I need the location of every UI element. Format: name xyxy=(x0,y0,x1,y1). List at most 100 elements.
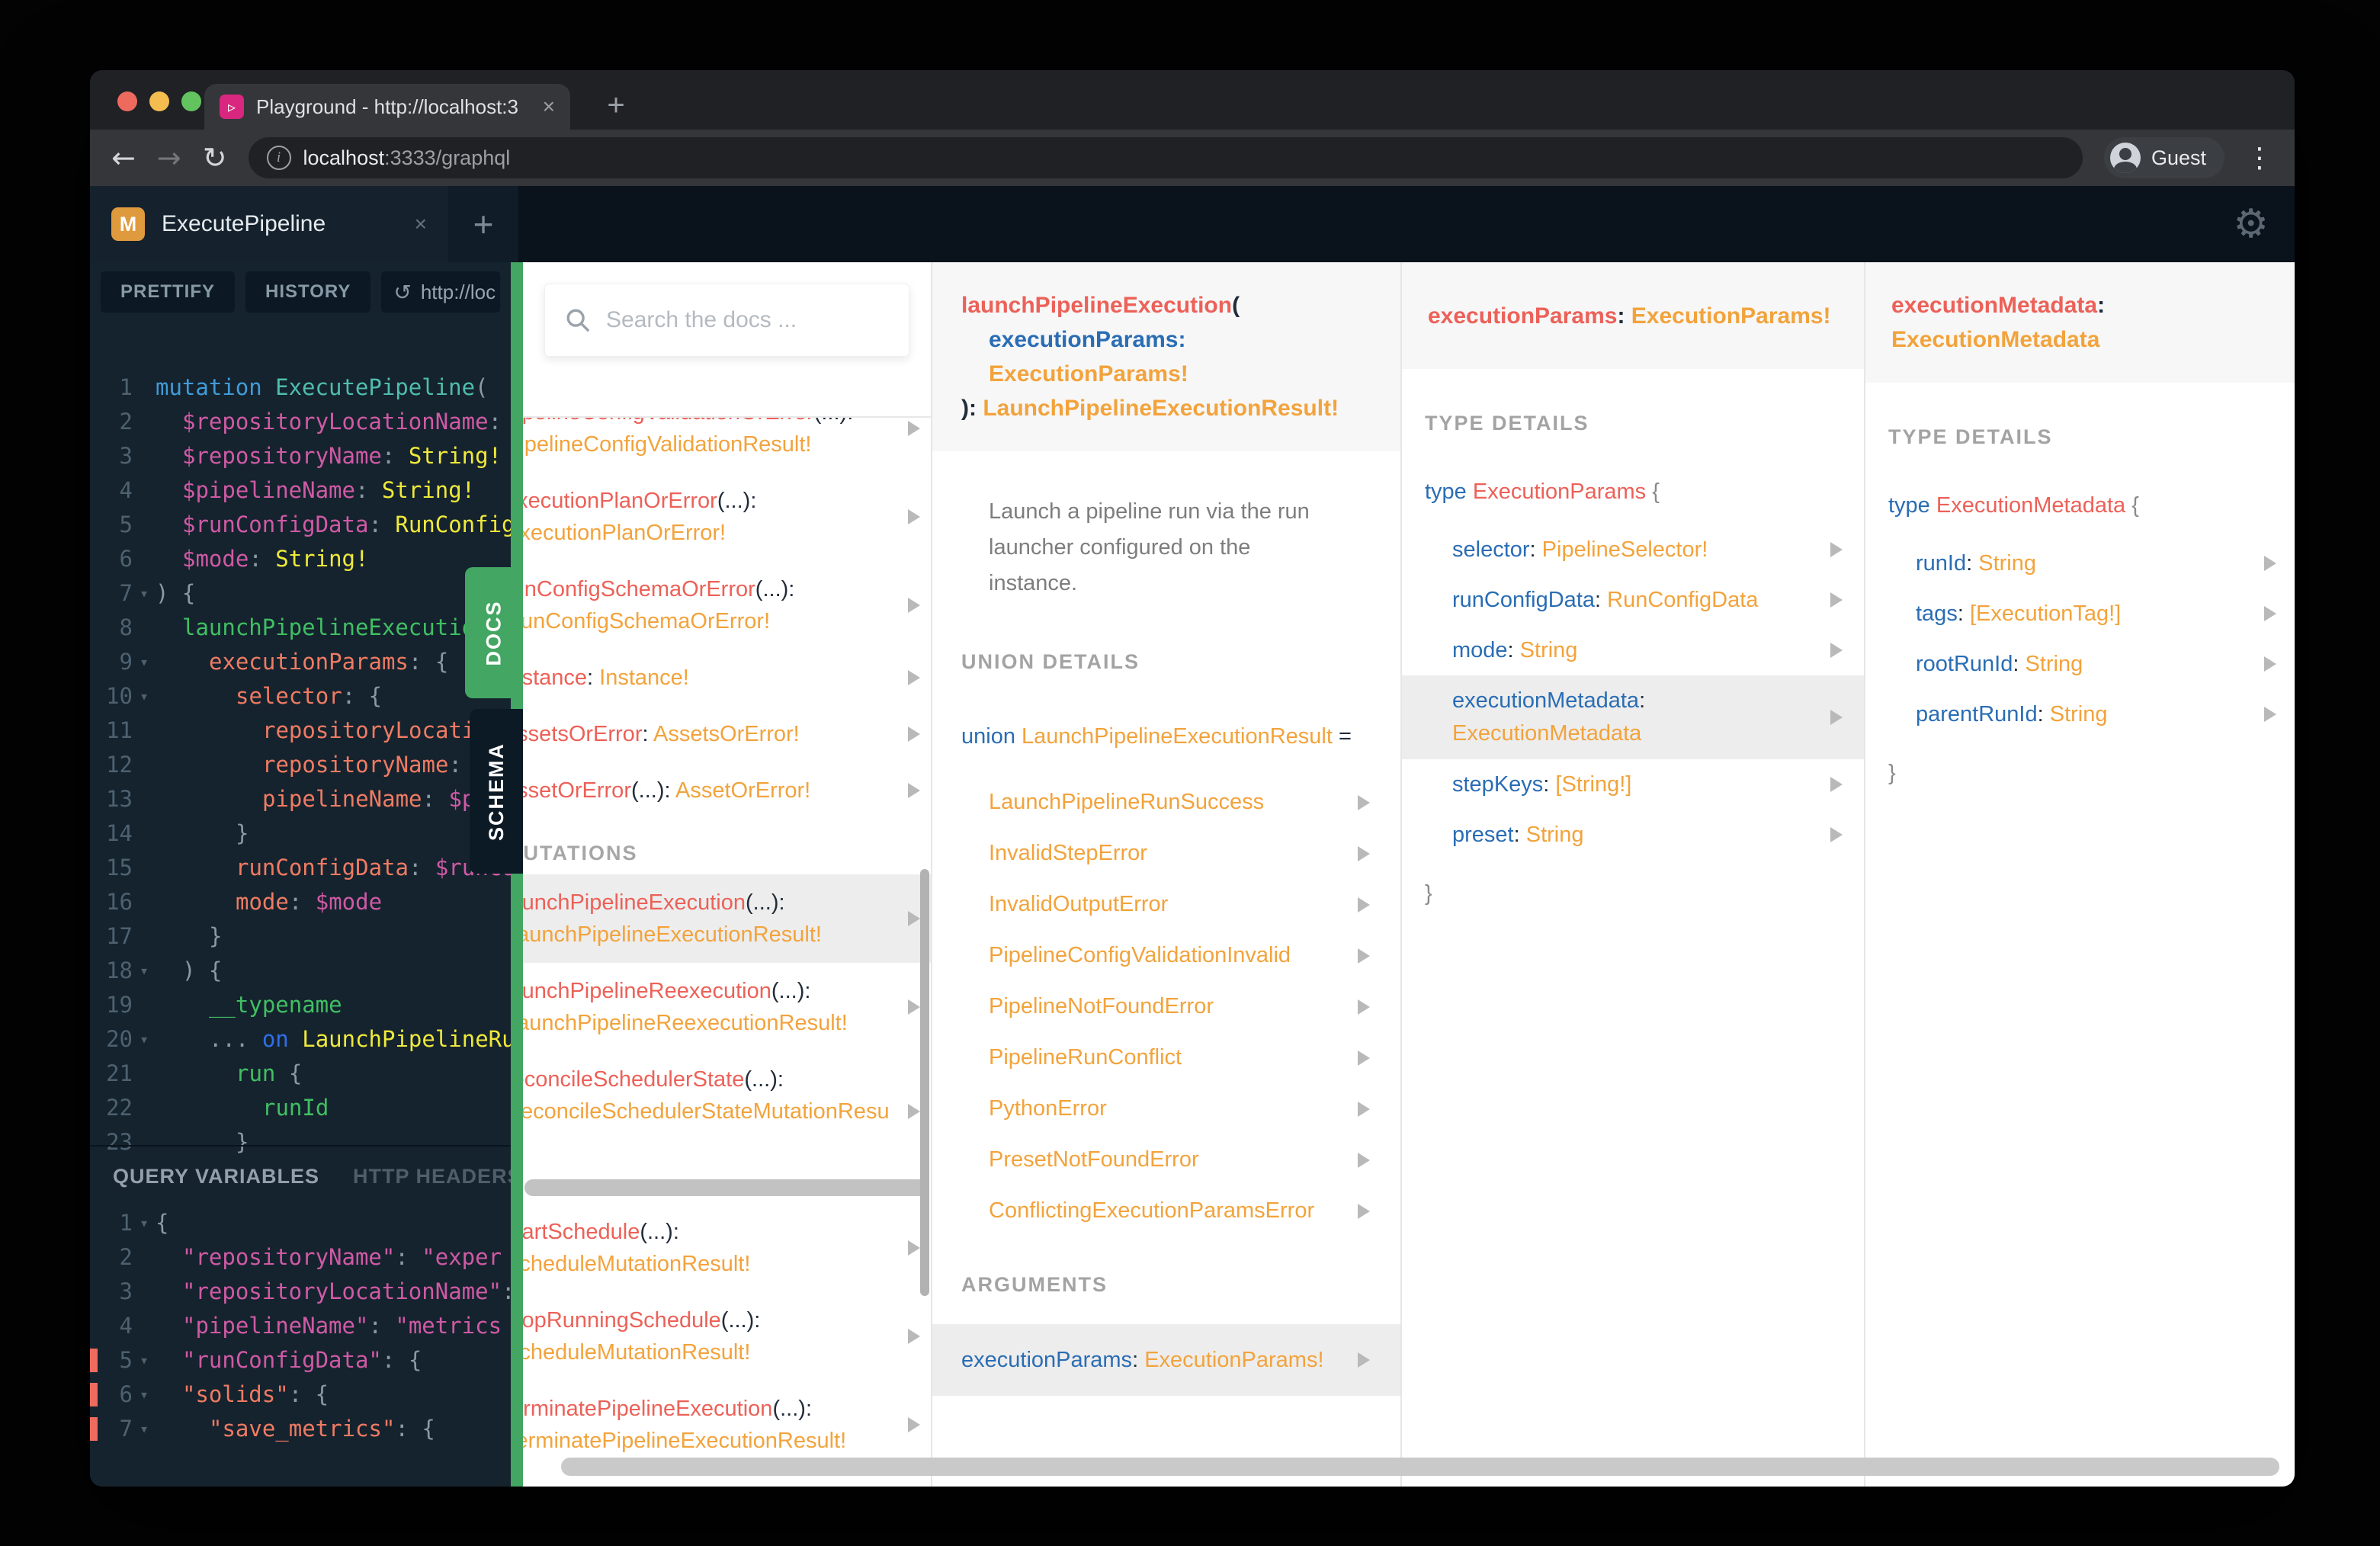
horizontal-scrollbar[interactable] xyxy=(561,1458,2279,1476)
code-line[interactable]: 6 $mode: String! xyxy=(90,542,511,576)
fold-arrow-icon[interactable]: ▾ xyxy=(133,1343,156,1378)
union-member-item[interactable]: PipelineConfigValidationInvalid xyxy=(932,930,1400,981)
code-line[interactable]: 2$repositoryLocationName: String! xyxy=(90,405,511,439)
horizontal-scrollbar-thumb[interactable] xyxy=(524,1179,929,1196)
type-field-row[interactable]: stepKeys: [String!] xyxy=(1402,759,1864,810)
variables-code-editor[interactable]: 1 ▾{2 "repositoryName": "exper 3 "repository… xyxy=(90,1206,511,1446)
code-line[interactable]: 22 runId xyxy=(90,1091,511,1125)
union-member-item[interactable]: InvalidOutputError xyxy=(932,879,1400,930)
close-window-button[interactable] xyxy=(117,91,137,111)
code-line[interactable]: 4 $pipelineName: String! xyxy=(90,473,511,508)
union-member-item[interactable]: PipelineRunConflict xyxy=(932,1032,1400,1083)
tab-schema[interactable]: SCHEMA xyxy=(470,709,523,874)
settings-gear-icon[interactable]: ⚙ xyxy=(2233,201,2269,247)
endpoint-field[interactable]: ↺ http://loc xyxy=(381,271,500,313)
fold-arrow-icon[interactable]: ▾ xyxy=(133,645,156,679)
code-line[interactable]: 20▾... on LaunchPipelineRunSuccess xyxy=(90,1022,511,1057)
minimize-window-button[interactable] xyxy=(149,91,169,111)
code-line[interactable]: 2 "repositoryName": "exper xyxy=(90,1240,511,1275)
reload-icon[interactable]: ↻ xyxy=(203,141,227,175)
docs-field-item[interactable]: executionPlanOrError(...): ExecutionPlan… xyxy=(523,473,931,561)
code-line[interactable]: 12repositoryName: $repositoryName xyxy=(90,748,511,782)
type-field-row[interactable]: rootRunId: String xyxy=(1865,639,2295,689)
browser-menu-icon[interactable]: ⋮ xyxy=(2246,143,2273,174)
docs-field-item[interactable]: instance: Instance! xyxy=(523,650,931,706)
type-field-row[interactable]: executionMetadata: ExecutionMetadata xyxy=(1402,675,1864,759)
union-member-item[interactable]: ConflictingExecutionParamsError xyxy=(932,1185,1400,1236)
code-line[interactable]: 9 ▾ executionParams: { xyxy=(90,645,511,679)
code-line[interactable]: 1 mutation ExecutePipeline( xyxy=(90,370,511,405)
code-line[interactable]: 13pipelineName: $pipelineName xyxy=(90,782,511,816)
type-field-row[interactable]: parentRunId: String xyxy=(1865,689,2295,739)
fold-arrow-icon[interactable]: ▾ xyxy=(133,679,156,714)
forward-icon[interactable]: → xyxy=(157,141,181,175)
tab-http-headers[interactable]: HTTP HEADERS xyxy=(353,1165,511,1188)
code-line[interactable]: 21 run { xyxy=(90,1057,511,1091)
history-button[interactable]: HISTORY xyxy=(245,271,371,313)
docs-field-item[interactable]: assetsOrError: AssetsOrError! xyxy=(523,706,931,762)
endpoint-reload-icon[interactable]: ↺ xyxy=(393,280,411,305)
docs-field-item[interactable]: terminatePipelineExecution(...): Termina… xyxy=(523,1381,931,1469)
maximize-window-button[interactable] xyxy=(181,91,201,111)
docs-field-item[interactable]: pipelineConfigValidationOrError(...): Pi… xyxy=(523,418,931,473)
type-field-row[interactable]: runConfigData: RunConfigData xyxy=(1402,575,1864,625)
union-member-item[interactable]: InvalidStepError xyxy=(932,828,1400,879)
type-field-row[interactable]: tags: [ExecutionTag!] xyxy=(1865,589,2295,639)
code-line[interactable]: 7 ▾) { xyxy=(90,576,511,611)
docs-field-item[interactable]: startSchedule(...): ScheduleMutationResu… xyxy=(523,1204,931,1292)
vertical-scrollbar[interactable] xyxy=(920,869,929,1296)
union-member-item[interactable]: LaunchPipelineRunSuccess xyxy=(932,777,1400,828)
fold-arrow-icon[interactable]: ▾ xyxy=(133,1378,156,1412)
code-line[interactable]: 17} xyxy=(90,919,511,954)
prettify-button[interactable]: PRETTIFY xyxy=(101,271,236,313)
code-line[interactable]: 6 ▾ "solids": { xyxy=(90,1378,511,1412)
code-line[interactable]: 3"repositoryLocationName": xyxy=(90,1275,511,1309)
profile-button[interactable]: Guest xyxy=(2103,137,2224,178)
code-line[interactable]: 14} xyxy=(90,816,511,851)
code-line[interactable]: 8launchPipelineExecution( xyxy=(90,611,511,645)
code-line[interactable]: 11repositoryLocationName: $repositoryLoc… xyxy=(90,714,511,748)
code-line[interactable]: 4 "pipelineName": "metrics xyxy=(90,1309,511,1343)
code-line[interactable]: 3 $repositoryName: String! xyxy=(90,439,511,473)
fold-arrow-icon[interactable]: ▾ xyxy=(133,1206,156,1240)
query-code-editor[interactable]: 1 mutation ExecutePipeline(2 $repositoryLo… xyxy=(90,322,511,1194)
fold-arrow-icon[interactable]: ▾ xyxy=(133,1022,156,1057)
docs-field-item[interactable]: reconcileSchedulerState(...): ReconcileS… xyxy=(523,1051,931,1172)
type-field-row[interactable]: runId: String xyxy=(1865,538,2295,589)
browser-tab[interactable]: ▹ Playground - http://localhost:3 × xyxy=(204,84,570,130)
playground-new-tab-button[interactable]: + xyxy=(448,186,518,262)
tab-docs[interactable]: DOCS xyxy=(465,567,523,698)
playground-tab[interactable]: M ExecutePipeline × xyxy=(90,186,448,262)
code-line[interactable]: 7 ▾ "save_metrics": { xyxy=(90,1412,511,1446)
docs-field-item[interactable]: stopRunningSchedule(...): ScheduleMutati… xyxy=(523,1292,931,1381)
type-field-row[interactable]: selector: PipelineSelector! xyxy=(1402,524,1864,575)
type-field-row[interactable]: preset: String xyxy=(1402,810,1864,860)
back-icon[interactable]: ← xyxy=(111,141,136,175)
site-info-icon[interactable]: i xyxy=(266,146,291,170)
code-line[interactable]: 15runConfigData: $runConfigData xyxy=(90,851,511,885)
code-line[interactable]: 5$runConfigData: RunConfigData! xyxy=(90,508,511,542)
docs-field-item[interactable]: launchPipelineReexecution(...): LaunchPi… xyxy=(523,963,931,1051)
code-line[interactable]: 10 ▾ selector: { xyxy=(90,679,511,714)
playground-tab-close-icon[interactable]: × xyxy=(415,212,427,236)
code-line[interactable]: 19 __typename xyxy=(90,988,511,1022)
docs-field-item[interactable]: launchPipelineExecution(...): LaunchPipe… xyxy=(523,874,931,963)
type-field-row[interactable]: mode: String xyxy=(1402,625,1864,675)
docs-field-item[interactable]: runConfigSchemaOrError(...): RunConfigSc… xyxy=(523,561,931,650)
code-line[interactable]: 1 ▾{ xyxy=(90,1206,511,1240)
argument-row[interactable]: executionParams: ExecutionParams! xyxy=(932,1324,1400,1396)
code-line[interactable]: 16 mode: $mode xyxy=(90,885,511,919)
address-bar[interactable]: i localhost:3333/graphql xyxy=(248,137,2083,178)
union-member-item[interactable]: PythonError xyxy=(932,1083,1400,1134)
fold-arrow-icon[interactable]: ▾ xyxy=(133,576,156,611)
union-member-item[interactable]: PresetNotFoundError xyxy=(932,1134,1400,1185)
code-line[interactable]: 18 ▾) { xyxy=(90,954,511,988)
search-input[interactable]: Search the docs ... xyxy=(544,284,909,357)
union-member-item[interactable]: PipelineNotFoundError xyxy=(932,981,1400,1032)
docs-field-item[interactable]: assetOrError(...): AssetOrError! xyxy=(523,762,931,819)
pane-divider[interactable] xyxy=(511,262,523,1487)
tab-query-variables[interactable]: QUERY VARIABLES xyxy=(113,1165,319,1188)
fold-arrow-icon[interactable]: ▾ xyxy=(133,954,156,988)
tab-close-icon[interactable]: × xyxy=(543,95,555,119)
code-line[interactable]: 5 ▾ "runConfigData": { xyxy=(90,1343,511,1378)
